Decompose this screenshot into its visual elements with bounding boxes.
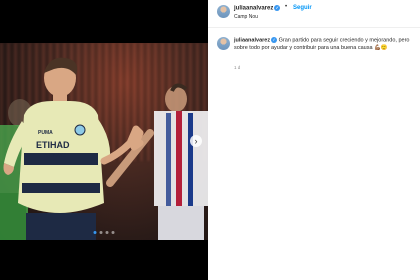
username-text[interactable]: juliaanalvarez — [234, 6, 273, 12]
caption-username[interactable]: juliaanalvarez — [234, 37, 270, 43]
post-header: juliaanalvarez ✓ • Seguir Camp Nou — [208, 0, 420, 28]
shirt-sponsor-subtext: AIRWAYS — [44, 153, 67, 159]
post-caption: juliaanalvarez ✓ Gran partido para seguir… — [234, 37, 416, 52]
carousel-dot — [93, 231, 97, 234]
separator-dot: • — [285, 4, 288, 10]
players-illustration: PUMA ETIHAD AIRWAYS — [0, 57, 208, 240]
post-timestamp[interactable]: 1 d — [234, 65, 240, 70]
carousel-dot — [111, 231, 115, 234]
avatar[interactable] — [217, 5, 230, 18]
verified-badge-icon: ✓ — [274, 5, 281, 11]
username[interactable]: juliaanalvarez ✓ — [234, 5, 281, 12]
post-sidebar: juliaanalvarez ✓ • Seguir Camp Nou juliaa… — [208, 0, 420, 280]
caption-avatar[interactable] — [217, 37, 230, 50]
svg-text:PUMA: PUMA — [38, 130, 53, 136]
post-photo[interactable]: PUMA ETIHAD AIRWAYS › — [0, 43, 208, 240]
carousel-indicator — [93, 231, 115, 234]
post-media-panel: PUMA ETIHAD AIRWAYS › — [0, 0, 208, 280]
carousel-dot — [99, 231, 103, 234]
shirt-sponsor-text: ETIHAD — [36, 140, 70, 150]
follow-button[interactable]: Seguir — [293, 5, 312, 11]
carousel-dot — [105, 231, 109, 234]
verified-badge-icon: ✓ — [271, 37, 278, 43]
location-link[interactable]: Camp Nou — [234, 14, 258, 20]
chevron-right-icon[interactable]: › — [190, 135, 202, 147]
